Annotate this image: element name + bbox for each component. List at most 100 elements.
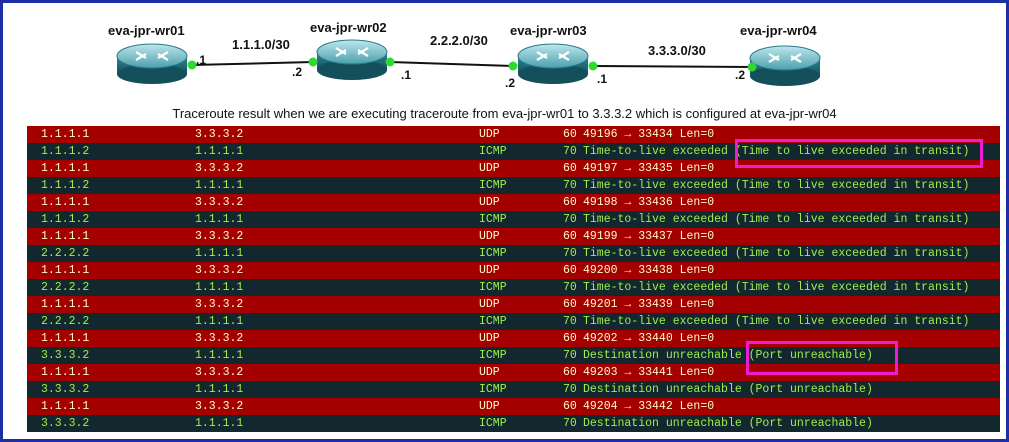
packet-protocol: UDP: [479, 400, 500, 413]
interface-label: .1: [597, 72, 607, 86]
packet-source: 1.1.1.1: [41, 332, 90, 345]
packet-length: 70: [563, 213, 577, 226]
packet-destination: 3.3.3.2: [195, 332, 244, 345]
packet-destination: 1.1.1.1: [195, 383, 244, 396]
packet-row[interactable]: 3.3.3.2 1.1.1.1 ICMP 70 Destination unreacha…: [27, 415, 1000, 432]
packet-info: 49196 → 33434 Len=0: [583, 128, 715, 141]
packet-info: 49201 → 33439 Len=0: [583, 298, 715, 311]
packet-source: 1.1.1.1: [41, 196, 90, 209]
packet-row[interactable]: 1.1.1.1 3.3.3.2 UDP 60 49199 → 33437 Len=0: [27, 228, 1000, 245]
packet-info: 49203 → 33441 Len=0: [583, 366, 715, 379]
network-topology: eva-jpr-wr01 eva-jpr-wr02 eva-jpr-wr03 e…: [108, 20, 821, 90]
packet-length: 60: [563, 196, 577, 209]
diagram-caption: Traceroute result when we are executing …: [172, 106, 837, 121]
packet-row[interactable]: 1.1.1.2 1.1.1.1 ICMP 70 Time-to-live exceede…: [27, 177, 1000, 194]
packet-destination: 3.3.3.2: [195, 230, 244, 243]
packet-protocol: ICMP: [479, 315, 507, 328]
packet-destination: 1.1.1.1: [195, 417, 244, 430]
link-wr02-wr03: [389, 61, 514, 67]
packet-length: 70: [563, 145, 577, 158]
packet-source: 1.1.1.2: [41, 179, 90, 192]
packet-info: Time-to-live exceeded (Time to live exce…: [583, 315, 970, 328]
packet-source: 3.3.3.2: [41, 349, 90, 362]
packet-source: 1.1.1.1: [41, 128, 90, 141]
packet-info: Time-to-live exceeded (Time to live exce…: [583, 213, 970, 226]
interface-label: .2: [292, 65, 302, 79]
packet-row[interactable]: 2.2.2.2 1.1.1.1 ICMP 70 Time-to-live exceede…: [27, 279, 1000, 296]
packet-length: 70: [563, 383, 577, 396]
packet-destination: 3.3.3.2: [195, 128, 244, 141]
packet-destination: 3.3.3.2: [195, 196, 244, 209]
network-label-3: 3.3.3.0/30: [648, 43, 706, 58]
packet-source: 1.1.1.1: [41, 230, 90, 243]
packet-row[interactable]: 1.1.1.1 3.3.3.2 UDP 60 49201 → 33439 Len=0: [27, 296, 1000, 313]
packet-info: Time-to-live exceeded (Time to live exce…: [583, 179, 970, 192]
packet-length: 60: [563, 400, 577, 413]
interface-dot: [385, 57, 395, 67]
router-label-wr02: eva-jpr-wr02: [310, 20, 387, 35]
highlight-box-ttl: [735, 139, 983, 168]
packet-protocol: UDP: [479, 162, 500, 175]
network-label-2: 2.2.2.0/30: [430, 33, 488, 48]
packet-protocol: ICMP: [479, 213, 507, 226]
packet-source: 2.2.2.2: [41, 247, 90, 260]
packet-info: 49199 → 33437 Len=0: [583, 230, 715, 243]
packet-row[interactable]: 1.1.1.1 3.3.3.2 UDP 60 49198 → 33436 Len=0: [27, 194, 1000, 211]
router-icon-wr03[interactable]: [517, 43, 589, 84]
packet-list: 1.1.1.1 3.3.3.2 UDP 60 49196 → 33434 Len=0 1.…: [27, 126, 1000, 432]
packet-source: 3.3.3.2: [41, 383, 90, 396]
packet-destination: 1.1.1.1: [195, 145, 244, 158]
router-label-wr01: eva-jpr-wr01: [108, 23, 185, 38]
packet-length: 60: [563, 128, 577, 141]
interface-label: .2: [735, 68, 745, 82]
packet-source: 1.1.1.2: [41, 213, 90, 226]
interface-label: .1: [196, 53, 206, 67]
packet-info: 49200 → 33438 Len=0: [583, 264, 715, 277]
packet-info: Time-to-live exceeded (Time to live exce…: [583, 281, 970, 294]
packet-protocol: UDP: [479, 264, 500, 277]
packet-row[interactable]: 1.1.1.1 3.3.3.2 UDP 60 49200 → 33438 Len=0: [27, 262, 1000, 279]
packet-row[interactable]: 2.2.2.2 1.1.1.1 ICMP 70 Time-to-live exceede…: [27, 313, 1000, 330]
router-icon-wr01[interactable]: [116, 43, 188, 84]
packet-row[interactable]: 3.3.3.2 1.1.1.1 ICMP 70 Destination unreacha…: [27, 381, 1000, 398]
packet-source: 1.1.1.1: [41, 264, 90, 277]
packet-info: Time-to-live exceeded (Time to live exce…: [583, 247, 970, 260]
packet-length: 70: [563, 349, 577, 362]
packet-protocol: ICMP: [479, 247, 507, 260]
packet-protocol: UDP: [479, 366, 500, 379]
packet-source: 2.2.2.2: [41, 281, 90, 294]
router-icon-wr04[interactable]: [749, 45, 821, 86]
packet-destination: 3.3.3.2: [195, 264, 244, 277]
packet-destination: 1.1.1.1: [195, 247, 244, 260]
packet-protocol: UDP: [479, 196, 500, 209]
packet-destination: 1.1.1.1: [195, 315, 244, 328]
packet-length: 70: [563, 247, 577, 260]
packet-protocol: UDP: [479, 128, 500, 141]
highlight-box-port: [746, 341, 898, 375]
packet-row[interactable]: 1.1.1.1 3.3.3.2 UDP 60 49204 → 33442 Len=0: [27, 398, 1000, 415]
packet-protocol: ICMP: [479, 145, 507, 158]
packet-length: 60: [563, 332, 577, 345]
interface-dot: [747, 62, 757, 72]
packet-destination: 3.3.3.2: [195, 298, 244, 311]
packet-destination: 1.1.1.1: [195, 179, 244, 192]
packet-info: 49197 → 33435 Len=0: [583, 162, 715, 175]
packet-row[interactable]: 1.1.1.2 1.1.1.1 ICMP 70 Time-to-live exceede…: [27, 211, 1000, 228]
interface-label: .1: [401, 68, 411, 82]
packet-source: 1.1.1.1: [41, 298, 90, 311]
packet-source: 1.1.1.1: [41, 400, 90, 413]
packet-length: 70: [563, 315, 577, 328]
packet-row[interactable]: 2.2.2.2 1.1.1.1 ICMP 70 Time-to-live exceede…: [27, 245, 1000, 262]
packet-destination: 3.3.3.2: [195, 400, 244, 413]
packet-destination: 1.1.1.1: [195, 213, 244, 226]
router-label-wr03: eva-jpr-wr03: [510, 23, 587, 38]
packet-destination: 1.1.1.1: [195, 281, 244, 294]
packet-info: 49204 → 33442 Len=0: [583, 400, 715, 413]
packet-source: 1.1.1.1: [41, 162, 90, 175]
packet-destination: 3.3.3.2: [195, 366, 244, 379]
packet-source: 3.3.3.2: [41, 417, 90, 430]
packet-info: Destination unreachable (Port unreachabl…: [583, 383, 873, 396]
interface-dot: [308, 57, 318, 67]
interface-dot: [508, 61, 518, 71]
router-icon-wr02[interactable]: [316, 39, 388, 80]
